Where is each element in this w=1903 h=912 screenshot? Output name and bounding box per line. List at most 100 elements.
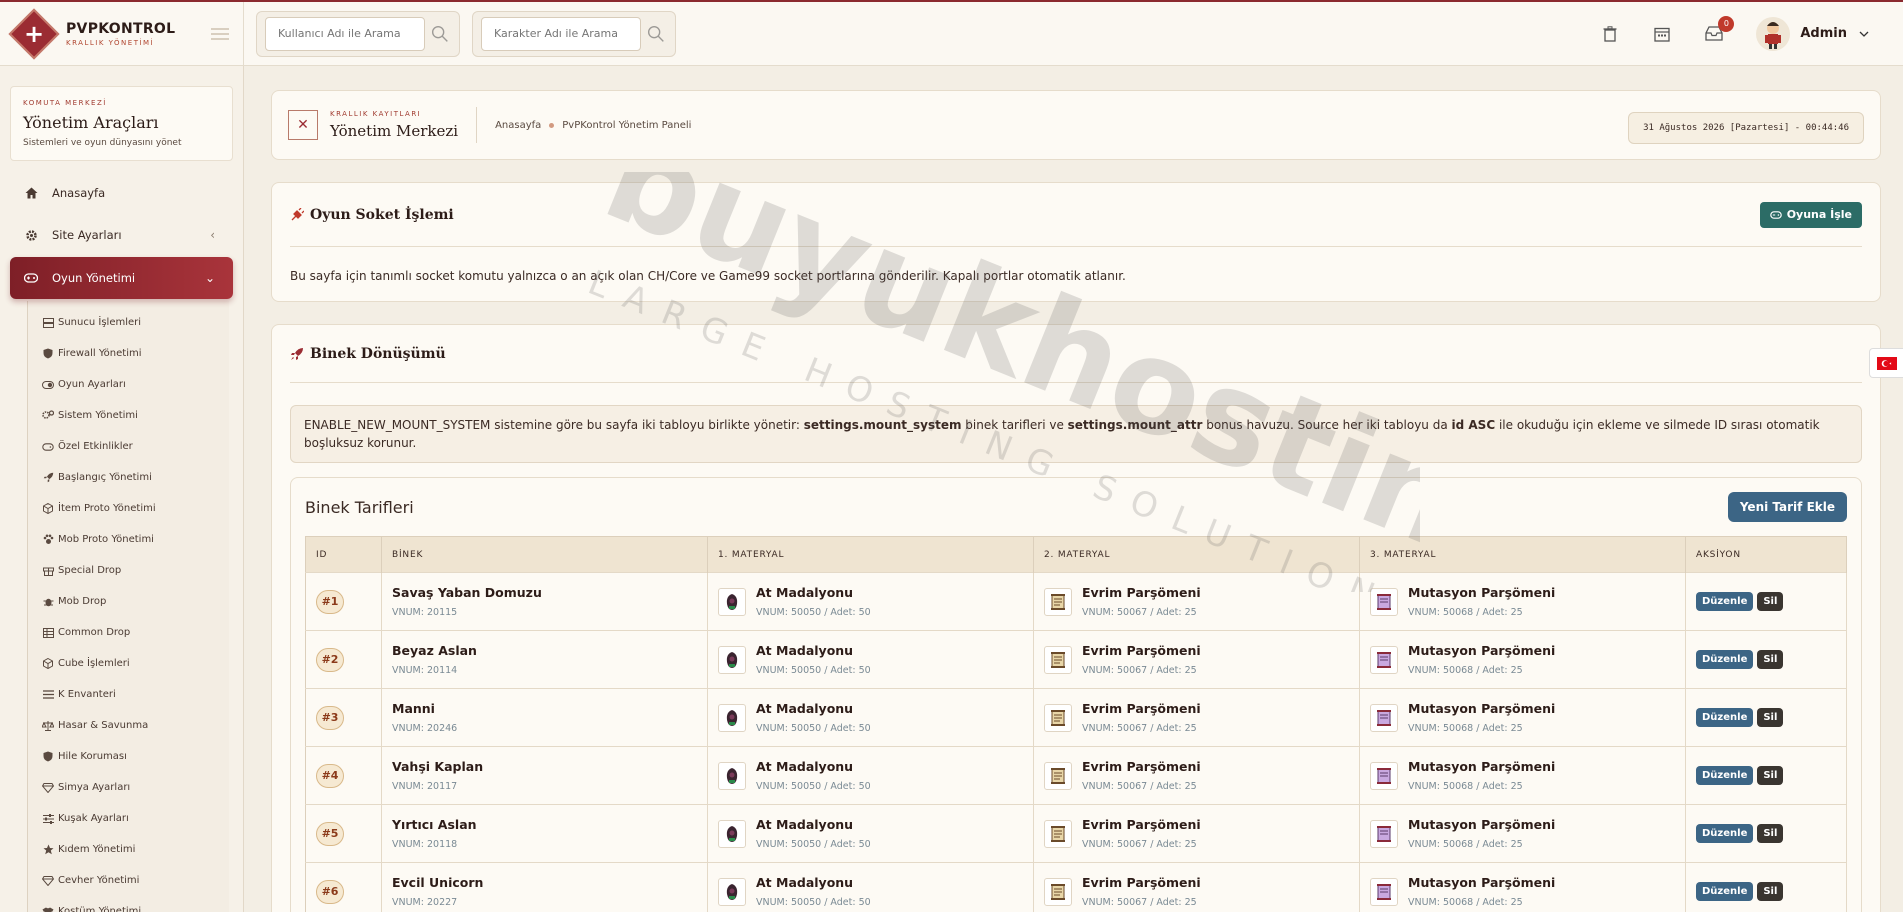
recipes-card: Binek Tarifleri Yeni Tarif Ekle ID BİNEK… (290, 477, 1862, 912)
scroll-icon (1044, 645, 1072, 674)
delete-button[interactable]: Sil (1757, 882, 1784, 901)
scroll-icon (1370, 587, 1398, 616)
delete-button[interactable]: Sil (1757, 766, 1784, 785)
header-action[interactable]: AKSİYON (1685, 536, 1847, 573)
delete-button[interactable]: Sil (1757, 824, 1784, 843)
sidebar-item-home[interactable]: Anasayfa (10, 173, 233, 213)
user-search-input[interactable] (265, 16, 425, 51)
edit-button[interactable]: Düzenle (1696, 650, 1754, 669)
mount-name: Vahşi Kaplan (392, 759, 484, 774)
breadcrumb-home[interactable]: Anasayfa (495, 120, 541, 131)
sidebar-subitem-label: Sistem Yönetimi (58, 410, 138, 421)
sidebar-subitem-3[interactable]: Oyun Ayarları (28, 369, 229, 400)
delete-button[interactable]: Sil (1757, 708, 1784, 727)
material-vnum: VNUM: 50068 / Adet: 25 (1408, 723, 1523, 734)
delete-button[interactable]: Sil (1757, 650, 1784, 669)
sidebar-subitem-label: Cube İşlemleri (58, 658, 130, 669)
sidebar-subitem-17[interactable]: Kuşak Ayarları (28, 803, 229, 834)
delete-button[interactable]: Sil (1757, 592, 1784, 611)
chevron-down-icon[interactable] (1859, 29, 1869, 39)
material-name: At Madalyonu (756, 817, 854, 832)
sidebar-subitem-8[interactable]: Mob Proto Yönetimi (28, 524, 229, 555)
mount-name: Beyaz Aslan (392, 643, 477, 658)
main-content: ✕ KRALLIK KAYITLARI Yönetim Merkezi Anas… (271, 66, 1881, 912)
sidebar-subitem-18[interactable]: Kıdem Yönetimi (28, 834, 229, 865)
sidebar-subitem-label: Kostüm Yönetimi (58, 906, 142, 912)
sidebar-subitem-16[interactable]: Simya Ayarları (28, 772, 229, 803)
sidebar-subitem-19[interactable]: Cevher Yönetimi (28, 865, 229, 896)
list-icon (42, 689, 54, 701)
gem-icon (42, 782, 54, 794)
material-name: Mutasyon Parşömeni (1408, 759, 1556, 774)
search-icon[interactable] (429, 23, 451, 45)
edit-button[interactable]: Düzenle (1696, 766, 1754, 785)
calendar-icon[interactable] (1652, 24, 1672, 44)
scale-icon (42, 720, 54, 732)
material-vnum: VNUM: 50067 / Adet: 25 (1082, 607, 1197, 618)
table-icon (42, 627, 54, 639)
trash-icon[interactable] (1600, 24, 1620, 44)
inbox-icon[interactable]: 0 (1704, 15, 1735, 44)
sidebar-item-site-settings[interactable]: Site Ayarları ‹ (10, 215, 233, 255)
language-flag-icon[interactable] (1869, 348, 1903, 378)
add-recipe-button[interactable]: Yeni Tarif Ekle (1727, 492, 1847, 522)
sidebar-subitem-11[interactable]: Common Drop (28, 617, 229, 648)
sidebar-subitem-1[interactable]: Sunucu İşlemleri (28, 307, 229, 338)
material-name: At Madalyonu (756, 875, 854, 890)
edit-button[interactable]: Düzenle (1696, 592, 1754, 611)
admin-name[interactable]: Admin (1800, 26, 1847, 41)
close-icon[interactable]: ✕ (288, 110, 318, 140)
sidebar-item-game-management[interactable]: Oyun Yönetimi ⌄ (10, 257, 233, 299)
scroll-icon (1370, 761, 1398, 790)
header-material-2[interactable]: 2. MATERYAL (1033, 536, 1360, 573)
material-name: Mutasyon Parşömeni (1408, 585, 1556, 600)
sidebar-subitem-2[interactable]: Firewall Yönetimi (28, 338, 229, 369)
mount-vnum: VNUM: 20117 (392, 781, 458, 792)
sidebar-subitem-14[interactable]: Hasar & Savunma (28, 710, 229, 741)
sidebar-subitem-10[interactable]: Mob Drop (28, 586, 229, 617)
edit-button[interactable]: Düzenle (1696, 882, 1754, 901)
sidebar-subitem-13[interactable]: K Envanteri (28, 679, 229, 710)
page-title: Yönetim Merkezi (330, 122, 459, 140)
header-material-1[interactable]: 1. MATERYAL (707, 536, 1034, 573)
sidebar-subitem-label: Special Drop (58, 565, 122, 576)
avatar[interactable] (1756, 16, 1791, 51)
brand[interactable]: + PVPKONTROL KRALLIK YÖNETİMİ (0, 1, 244, 66)
sidebar-subitem-4[interactable]: Sistem Yönetimi (28, 400, 229, 431)
char-search-input[interactable] (481, 16, 641, 51)
search-icon[interactable] (645, 23, 667, 45)
sidebar-subitem-15[interactable]: Hile Koruması (28, 741, 229, 772)
header-id[interactable]: ID (305, 536, 382, 573)
shield-icon (42, 348, 54, 360)
edit-button[interactable]: Düzenle (1696, 824, 1754, 843)
scroll-icon (1370, 819, 1398, 848)
sidebar-subitem-7[interactable]: İtem Proto Yönetimi (28, 493, 229, 524)
mount-vnum: VNUM: 20118 (392, 839, 458, 850)
send-to-game-button[interactable]: Oyuna İşle (1759, 201, 1862, 228)
material-name: Evrim Parşömeni (1082, 759, 1201, 774)
info-box: ENABLE_NEW_MOUNT_SYSTEM sistemine göre b… (290, 405, 1862, 463)
edit-button[interactable]: Düzenle (1696, 708, 1754, 727)
material-vnum: VNUM: 50050 / Adet: 50 (756, 781, 871, 792)
sidebar-subitem-label: Common Drop (58, 627, 131, 638)
sidebar-subitem-20[interactable]: Kostüm Yönetimi (28, 896, 229, 912)
hamburger-icon[interactable] (211, 27, 229, 40)
notification-badge: 0 (1718, 15, 1735, 32)
sidebar-subitem-5[interactable]: Özel Etkinlikler (28, 431, 229, 462)
sidebar-subitem-label: K Envanteri (58, 689, 116, 700)
material-vnum: VNUM: 50050 / Adet: 50 (756, 897, 871, 908)
sidebar-subitem-9[interactable]: Special Drop (28, 555, 229, 586)
material-vnum: VNUM: 50067 / Adet: 25 (1082, 839, 1197, 850)
sidebar-subitem-6[interactable]: Başlangıç Yönetimi (28, 462, 229, 493)
logo: + (8, 8, 60, 59)
scroll-icon (1370, 645, 1398, 674)
gem-icon (42, 875, 54, 887)
table-row: #3 Manni VNUM: 20246 At Madalyonu VNUM: 5005… (305, 688, 1847, 747)
material-name: Mutasyon Parşömeni (1408, 701, 1556, 716)
sidebar-subitem-12[interactable]: Cube İşlemleri (28, 648, 229, 679)
recipes-title: Binek Tarifleri (305, 497, 414, 517)
table-row: #5 Yırtıcı Aslan VNUM: 20118 At Madalyonu VN… (305, 804, 1847, 863)
header-binek[interactable]: BİNEK (381, 536, 708, 573)
breadcrumb-current: PvPKontrol Yönetim Paneli (562, 119, 692, 131)
header-material-3[interactable]: 3. MATERYAL (1359, 536, 1686, 573)
